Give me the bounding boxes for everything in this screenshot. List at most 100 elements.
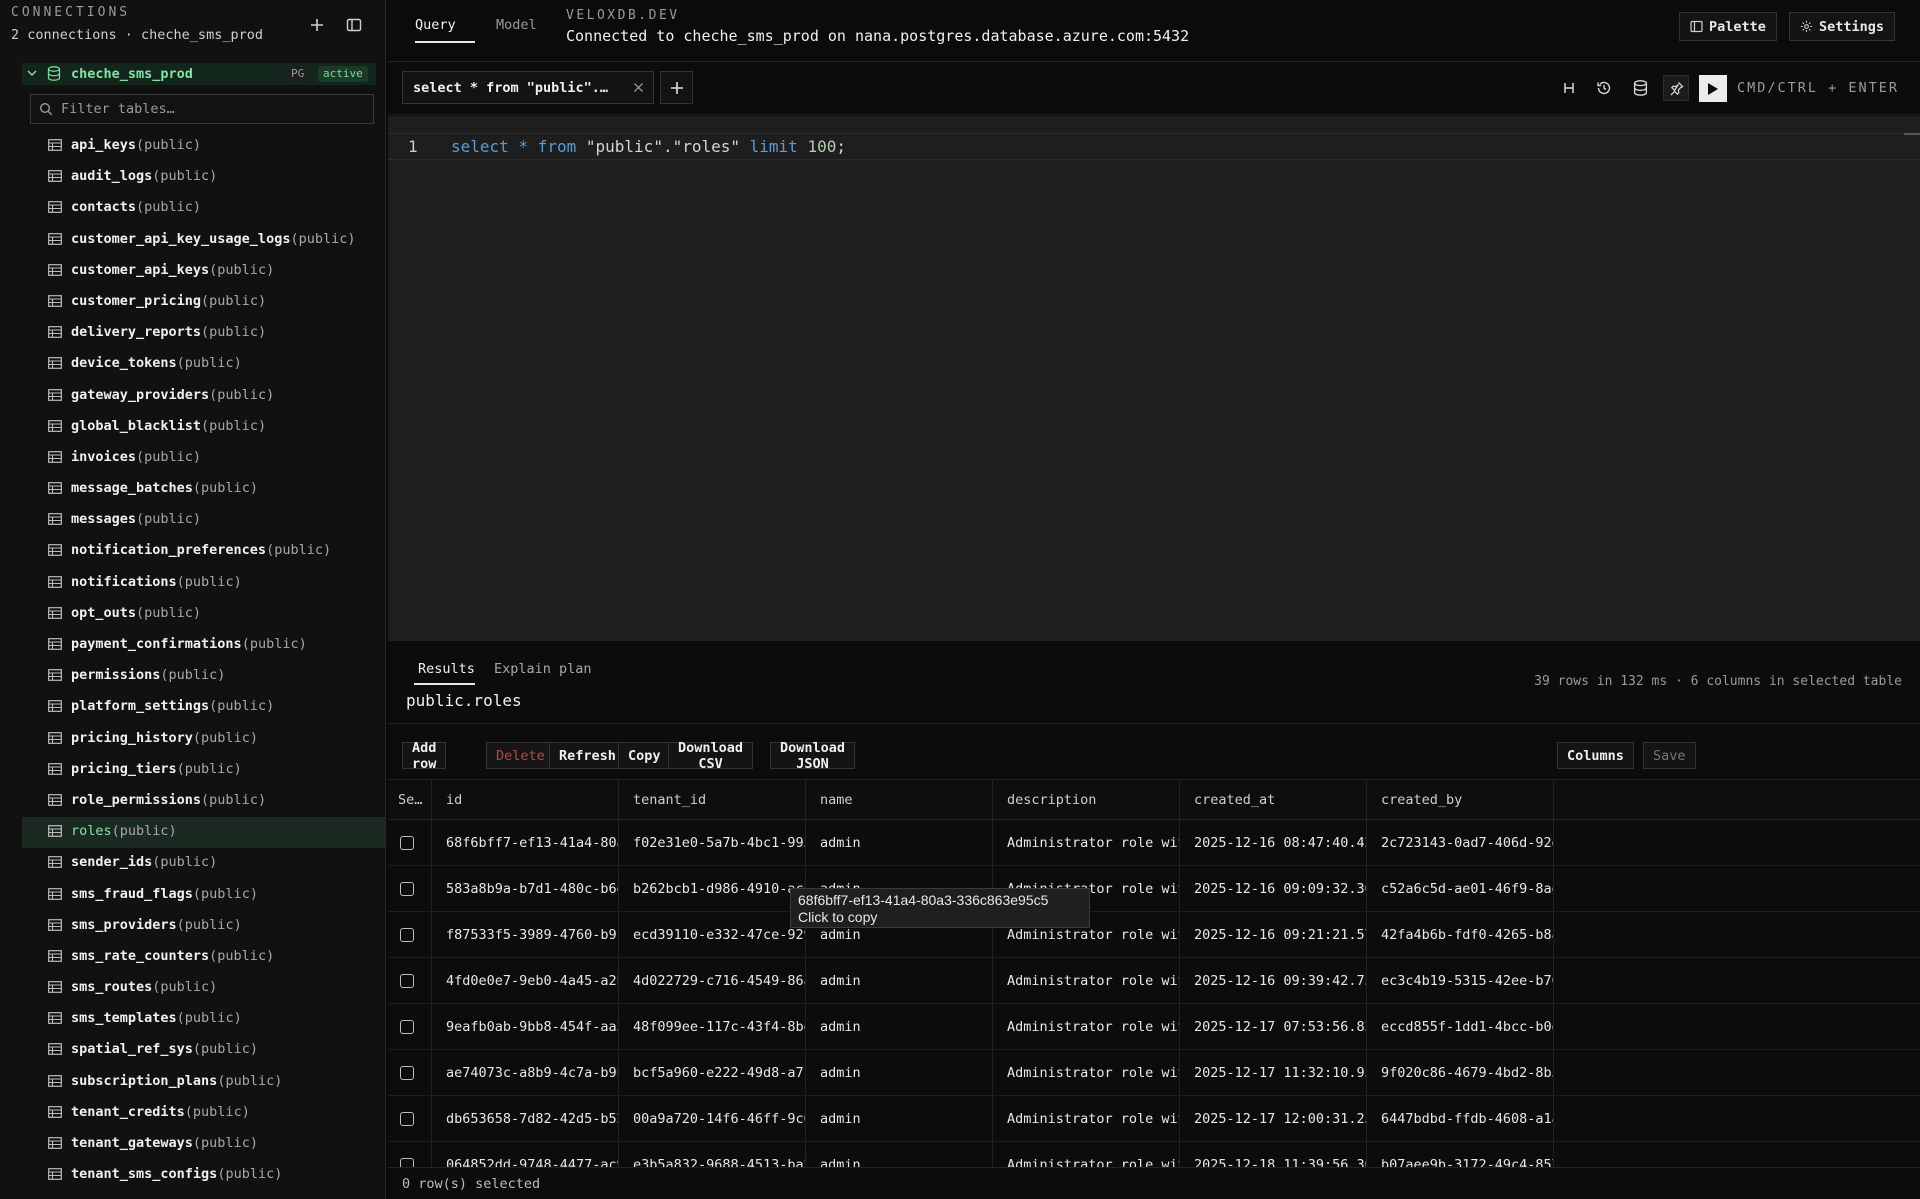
table-cell[interactable]: admin	[806, 1096, 993, 1141]
table-cell[interactable]: ecd39110-e332-47ce-9294-…	[619, 912, 806, 957]
sidebar-item-api-keys[interactable]: api_keys(public)	[22, 131, 385, 162]
table-cell[interactable]: f87533f5-3989-4760-b91d-…	[432, 912, 619, 957]
column-header-created-by[interactable]: created_by	[1367, 780, 1554, 819]
sidebar-item-notification-preferences[interactable]: notification_preferences(public)	[22, 536, 385, 567]
table-row[interactable]: 4fd0e0e7-9eb0-4a45-a2b3-…4d022729-c716-4…	[388, 958, 1920, 1004]
table-cell[interactable]: b262bcb1-d986-4910-ace0-…	[619, 866, 806, 911]
table-cell[interactable]: Administrator role with …	[993, 958, 1180, 1003]
table-cell[interactable]: 583a8b9a-b7d1-480c-b6ef-…	[432, 866, 619, 911]
sidebar-item-tenant-gateways[interactable]: tenant_gateways(public)	[22, 1129, 385, 1160]
sidebar-item-sms-rate-counters[interactable]: sms_rate_counters(public)	[22, 942, 385, 973]
table-cell[interactable]: 2025-12-16 09:21:21.5764…	[1180, 912, 1367, 957]
copy-button[interactable]: Copy	[618, 742, 671, 769]
table-row[interactable]: db653658-7d82-42d5-b529-…00a9a720-14f6-4…	[388, 1096, 1920, 1142]
sidebar-item-tenant-credits[interactable]: tenant_credits(public)	[22, 1098, 385, 1129]
sidebar-item-customer-api-keys[interactable]: customer_api_keys(public)	[22, 256, 385, 287]
row-checkbox[interactable]	[400, 1111, 414, 1126]
table-cell[interactable]: 2025-12-17 07:53:56.8377…	[1180, 1004, 1367, 1049]
sidebar-item-opt-outs[interactable]: opt_outs(public)	[22, 599, 385, 630]
sidebar-item-permissions[interactable]: permissions(public)	[22, 661, 385, 692]
table-cell[interactable]: 9eafb0ab-9bb8-454f-aa30-…	[432, 1004, 619, 1049]
table-cell[interactable]: Administrator role with …	[993, 1096, 1180, 1141]
sidebar-item-contacts[interactable]: contacts(public)	[22, 193, 385, 224]
table-cell[interactable]: 2025-12-16 09:39:42.7579…	[1180, 958, 1367, 1003]
sidebar-item-pricing-tiers[interactable]: pricing_tiers(public)	[22, 755, 385, 786]
sidebar-item-notifications[interactable]: notifications(public)	[22, 568, 385, 599]
refresh-button[interactable]: Refresh	[549, 742, 626, 769]
table-cell[interactable]: 2c723143-0ad7-406d-92da-…	[1367, 820, 1554, 865]
sidebar-item-pricing-history[interactable]: pricing_history(public)	[22, 724, 385, 755]
table-cell[interactable]: 9f020c86-4679-4bd2-8b5a-…	[1367, 1050, 1554, 1095]
row-checkbox[interactable]	[400, 881, 414, 896]
sidebar-item-device-tokens[interactable]: device_tokens(public)	[22, 349, 385, 380]
table-cell[interactable]: admin	[806, 958, 993, 1003]
column-header-select[interactable]: Se…	[388, 780, 432, 819]
heading-tool-button[interactable]	[1558, 77, 1580, 99]
add-row-button[interactable]: Add row	[402, 740, 447, 772]
row-checkbox[interactable]	[400, 973, 414, 988]
schema-button[interactable]	[1629, 77, 1651, 99]
tab-results[interactable]: Results	[418, 661, 475, 677]
table-cell[interactable]: 48f099ee-117c-43f4-8bef-…	[619, 1004, 806, 1049]
connection-item[interactable]: cheche_sms_prod PG active	[22, 63, 376, 85]
sidebar-item-role-permissions[interactable]: role_permissions(public)	[22, 786, 385, 817]
sidebar-item-sender-ids[interactable]: sender_ids(public)	[22, 848, 385, 879]
toggle-sidebar-button[interactable]	[343, 14, 365, 36]
table-cell[interactable]: 2025-12-17 11:32:10.9525…	[1180, 1050, 1367, 1095]
sidebar-item-sms-providers[interactable]: sms_providers(public)	[22, 911, 385, 942]
sidebar-item-spatial-ref-sys[interactable]: spatial_ref_sys(public)	[22, 1035, 385, 1066]
table-cell[interactable]: db653658-7d82-42d5-b529-…	[432, 1096, 619, 1141]
table-cell[interactable]: ae74073c-a8b9-4c7a-b9bc-…	[432, 1050, 619, 1095]
table-cell[interactable]: 2025-12-17 12:00:31.2505…	[1180, 1096, 1367, 1141]
table-cell[interactable]: 42fa4b6b-fdf0-4265-b8af-…	[1367, 912, 1554, 957]
table-cell[interactable]: bcf5a960-e222-49d8-a7f4-…	[619, 1050, 806, 1095]
row-checkbox[interactable]	[400, 927, 414, 942]
history-button[interactable]	[1593, 77, 1615, 99]
table-cell[interactable]: c52a6c5d-ae01-46f9-8ae7-…	[1367, 866, 1554, 911]
tab-model[interactable]: Model	[496, 17, 537, 33]
query-tab[interactable]: select * from "public".…	[402, 71, 654, 104]
table-row[interactable]: 583a8b9a-b7d1-480c-b6ef-…b262bcb1-d986-4…	[388, 866, 1920, 912]
tab-explain-plan[interactable]: Explain plan	[494, 661, 592, 677]
column-header-tenant-id[interactable]: tenant_id	[619, 780, 806, 819]
code-line[interactable]: select * from "public"."roles" limit 100…	[451, 137, 846, 156]
column-header-created-at[interactable]: created_at	[1180, 780, 1367, 819]
sidebar-item-global-blacklist[interactable]: global_blacklist(public)	[22, 412, 385, 443]
row-checkbox[interactable]	[400, 1065, 414, 1080]
table-cell[interactable]: Administrator role with …	[993, 1050, 1180, 1095]
table-row[interactable]: 68f6bff7-ef13-41a4-80a3-…f02e31e0-5a7b-4…	[388, 820, 1920, 866]
sidebar-item-delivery-reports[interactable]: delivery_reports(public)	[22, 318, 385, 349]
sidebar-item-invoices[interactable]: invoices(public)	[22, 443, 385, 474]
sidebar-item-sms-fraud-flags[interactable]: sms_fraud_flags(public)	[22, 880, 385, 911]
table-cell[interactable]: Administrator role with …	[993, 820, 1180, 865]
save-button[interactable]: Save	[1643, 742, 1696, 769]
sidebar-item-audit-logs[interactable]: audit_logs(public)	[22, 162, 385, 193]
close-icon[interactable]	[632, 81, 645, 94]
table-cell[interactable]: 2025-12-16 09:09:32.3668…	[1180, 866, 1367, 911]
sidebar-item-platform-settings[interactable]: platform_settings(public)	[22, 692, 385, 723]
tab-query[interactable]: Query	[415, 17, 456, 33]
sidebar-item-sms-routes[interactable]: sms_routes(public)	[22, 973, 385, 1004]
chevron-down-icon[interactable]	[26, 67, 38, 79]
table-cell[interactable]: f02e31e0-5a7b-4bc1-9937-…	[619, 820, 806, 865]
run-query-button[interactable]	[1699, 75, 1727, 102]
sidebar-item-customer-api-key-usage-logs[interactable]: customer_api_key_usage_logs(public)	[22, 225, 385, 256]
sidebar-item-message-batches[interactable]: message_batches(public)	[22, 474, 385, 505]
column-header-id[interactable]: id	[432, 780, 619, 819]
table-row[interactable]: 9eafb0ab-9bb8-454f-aa30-…48f099ee-117c-4…	[388, 1004, 1920, 1050]
table-row[interactable]: ae74073c-a8b9-4c7a-b9bc-…bcf5a960-e222-4…	[388, 1050, 1920, 1096]
table-row[interactable]: f87533f5-3989-4760-b91d-…ecd39110-e332-4…	[388, 912, 1920, 958]
sidebar-item-customer-pricing[interactable]: customer_pricing(public)	[22, 287, 385, 318]
column-header-description[interactable]: description	[993, 780, 1180, 819]
table-cell[interactable]: 4fd0e0e7-9eb0-4a45-a2b3-…	[432, 958, 619, 1003]
download-csv-button[interactable]: Download CSV	[668, 740, 754, 772]
palette-button[interactable]: Palette	[1679, 12, 1777, 41]
sidebar-item-tenant-sms-configs[interactable]: tenant_sms_configs(public)	[22, 1160, 385, 1191]
sidebar-item-payment-confirmations[interactable]: payment_confirmations(public)	[22, 630, 385, 661]
table-cell[interactable]: admin	[806, 820, 993, 865]
settings-button[interactable]: Settings	[1789, 12, 1896, 41]
table-cell[interactable]: 00a9a720-14f6-46ff-9c6c-…	[619, 1096, 806, 1141]
table-cell[interactable]: admin	[806, 1050, 993, 1095]
delete-button[interactable]: Delete	[486, 742, 555, 769]
table-cell[interactable]: 2025-12-16 08:47:40.4296…	[1180, 820, 1367, 865]
